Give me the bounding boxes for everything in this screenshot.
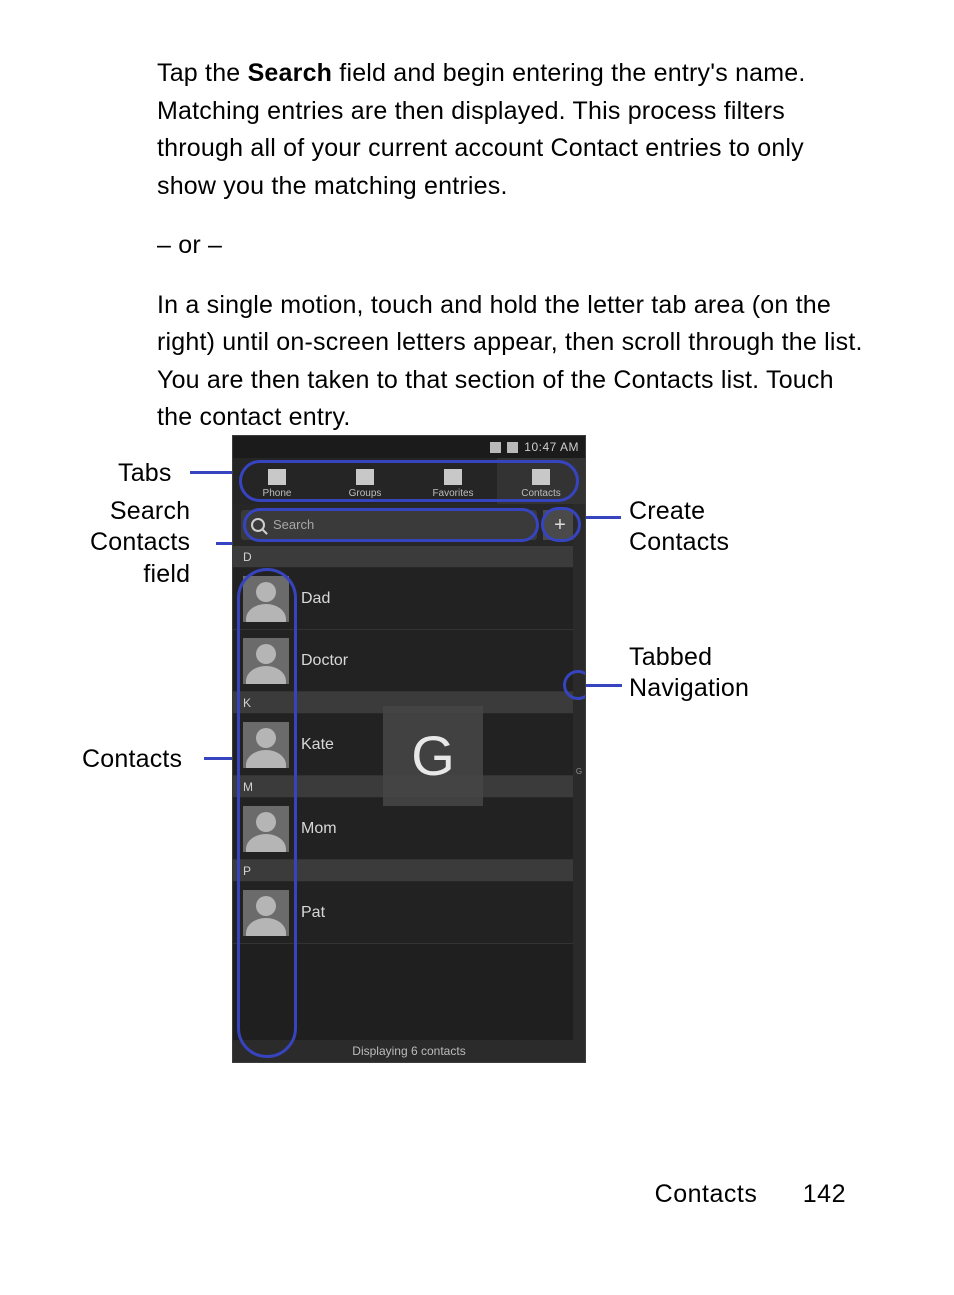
callout-search-field: Search Contacts field <box>90 496 190 590</box>
instruction-paragraph-2: In a single motion, touch and hold the l… <box>157 287 864 437</box>
or-separator: – or – <box>157 227 864 265</box>
tab-row: Phone Groups Favorites Contacts <box>233 458 585 504</box>
avatar-icon <box>243 722 289 768</box>
tab-favorites[interactable]: Favorites <box>409 458 497 504</box>
tab-groups[interactable]: Groups <box>321 458 409 504</box>
callout-contacts: Contacts <box>82 741 182 779</box>
contact-row[interactable]: Mom <box>233 798 585 860</box>
avatar-icon <box>243 806 289 852</box>
text: Tabbed <box>629 642 749 673</box>
contact-row[interactable]: Doctor <box>233 630 585 692</box>
leader-line <box>204 757 234 760</box>
person-icon <box>532 469 550 485</box>
page-footer: Contacts 142 <box>655 1176 846 1214</box>
tab-phone[interactable]: Phone <box>233 458 321 504</box>
contacts-count-footer: Displaying 6 contacts <box>233 1040 585 1062</box>
section-header-p: P <box>233 860 585 882</box>
avatar-icon <box>243 576 289 622</box>
callout-create-contacts: Create Contacts <box>629 496 729 559</box>
phone-screenshot: 10:47 AM Phone Groups Favorites Contacts… <box>232 435 586 1063</box>
search-input[interactable]: Search <box>241 510 537 540</box>
search-bold: Search <box>248 59 333 87</box>
tab-label: Phone <box>263 486 292 501</box>
scroll-letter-overlay: G <box>383 706 483 806</box>
index-letter: G <box>576 766 582 778</box>
add-contact-button[interactable]: + <box>543 510 577 540</box>
contact-row[interactable]: Dad <box>233 568 585 630</box>
footer-section: Contacts <box>655 1180 758 1208</box>
text: Create <box>629 496 729 527</box>
instruction-paragraph-1: Tap the Search field and begin entering … <box>157 55 864 205</box>
text: Tap the <box>157 59 248 87</box>
phone-icon <box>268 469 286 485</box>
star-icon <box>444 469 462 485</box>
clock: 10:47 AM <box>524 438 579 456</box>
leader-line <box>581 684 622 687</box>
text: Navigation <box>629 673 749 704</box>
plus-icon: + <box>554 510 566 540</box>
tab-label: Groups <box>349 486 382 501</box>
signal-icon <box>490 442 501 453</box>
text: Search <box>90 496 190 527</box>
search-placeholder: Search <box>273 515 314 535</box>
text: Contacts <box>90 527 190 558</box>
contact-name: Kate <box>301 733 334 757</box>
tab-contacts[interactable]: Contacts <box>497 458 585 504</box>
text: Contacts <box>629 527 729 558</box>
section-header-d: D <box>233 546 585 568</box>
contact-row[interactable]: Pat <box>233 882 585 944</box>
groups-icon <box>356 469 374 485</box>
tab-label: Contacts <box>521 486 560 501</box>
tab-label: Favorites <box>432 486 473 501</box>
callout-tabs: Tabs <box>118 455 172 493</box>
contact-name: Mom <box>301 817 337 841</box>
status-bar: 10:47 AM <box>233 436 585 458</box>
avatar-icon <box>243 638 289 684</box>
callout-tabbed-navigation: Tabbed Navigation <box>629 642 749 705</box>
search-row: Search + <box>233 504 585 546</box>
contact-name: Doctor <box>301 649 348 673</box>
contact-name: Pat <box>301 901 325 925</box>
contact-name: Dad <box>301 587 330 611</box>
page-number: 142 <box>803 1180 846 1208</box>
search-icon <box>251 518 265 532</box>
text: field <box>90 559 190 590</box>
avatar-icon <box>243 890 289 936</box>
battery-icon <box>507 442 518 453</box>
alphabet-index[interactable]: G <box>573 504 585 1040</box>
